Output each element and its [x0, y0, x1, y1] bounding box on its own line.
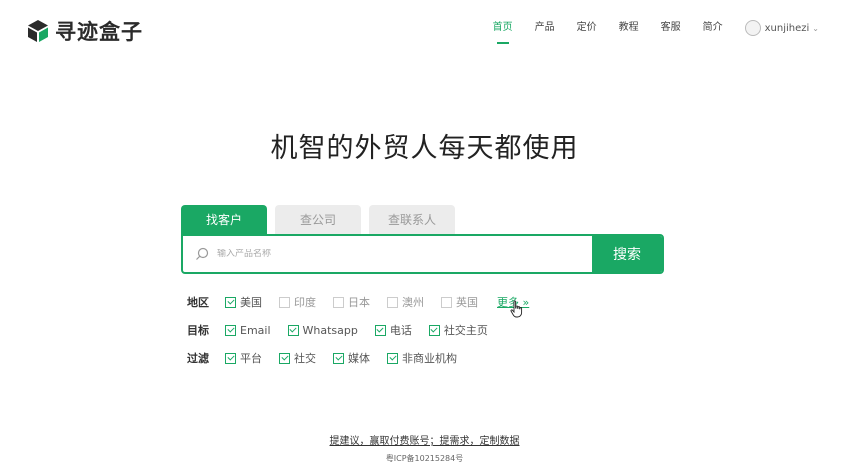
checkbox-checked[interactable]	[287, 324, 299, 336]
search-box: 搜索	[181, 234, 664, 274]
target-option-phone[interactable]: 电话	[374, 322, 412, 338]
search-input[interactable]	[217, 249, 557, 259]
nav-item-about[interactable]: 简介	[703, 20, 723, 36]
search-tabs: 找客户 查公司 查联系人	[181, 205, 463, 235]
checkbox-checked[interactable]	[387, 352, 398, 364]
option-label: Whatsapp	[302, 323, 358, 337]
feedback-link-text: 提建议，赢取付费账号；提需求，定制数据	[329, 436, 520, 447]
page-title: 机智的外贸人每天都使用	[270, 133, 579, 164]
region-option-india[interactable]: 印度	[279, 294, 316, 310]
target-option-whatsapp[interactable]: Whatsapp	[287, 323, 358, 337]
checkbox-unchecked[interactable]	[441, 296, 452, 308]
avatar	[744, 20, 761, 36]
more-regions-link[interactable]: 更多 »	[497, 294, 529, 318]
option-label: 美国	[240, 296, 262, 309]
target-option-email[interactable]: Email	[225, 324, 271, 337]
filter-option-platform[interactable]: 平台	[225, 350, 262, 366]
checkbox-checked[interactable]	[225, 352, 236, 364]
icp-license: 粤ICP备10215284号	[385, 454, 464, 463]
option-label: 非商业机构	[402, 352, 457, 365]
logo-cube-icon	[28, 20, 48, 42]
option-label: 澳州	[402, 296, 424, 309]
user-menu[interactable]: xunjihezi ⌄	[744, 20, 819, 36]
region-option-uk[interactable]: 英国	[441, 294, 478, 310]
option-label: 媒体	[348, 352, 370, 365]
chevron-down-icon: ⌄	[812, 23, 819, 33]
checkbox-checked[interactable]	[333, 352, 344, 364]
option-label: 英国	[456, 296, 478, 309]
filter-label-region: 地区	[187, 296, 209, 309]
nav-item-products[interactable]: 产品	[535, 20, 555, 36]
filter-label-filter: 过滤	[187, 352, 209, 365]
username: xunjihezi	[764, 22, 810, 34]
option-label: 社交主页	[443, 324, 488, 337]
checkbox-checked[interactable]	[225, 296, 236, 308]
search-icon	[196, 247, 209, 260]
option-label: 社交	[294, 352, 316, 365]
region-option-japan[interactable]: 日本	[333, 294, 370, 310]
option-label: Email	[240, 323, 271, 337]
checkbox-unchecked[interactable]	[333, 296, 344, 308]
search-button[interactable]: 搜索	[592, 236, 662, 272]
option-label: 日本	[348, 296, 370, 309]
region-option-usa[interactable]: 美国	[225, 294, 262, 310]
nav-item-pricing[interactable]: 定价	[577, 20, 597, 36]
target-option-social-profile[interactable]: 社交主页	[428, 322, 488, 338]
brand-name: 寻迹盒子	[55, 20, 143, 44]
checkbox-unchecked[interactable]	[279, 296, 290, 308]
option-label: 印度	[294, 296, 316, 309]
checkbox-unchecked[interactable]	[387, 296, 398, 308]
hand-cursor-icon	[510, 300, 523, 318]
brand-logo[interactable]: 寻迹盒子	[26, 16, 143, 46]
tab-find-customers[interactable]: 找客户	[181, 205, 267, 235]
region-option-australia[interactable]: 澳州	[387, 294, 424, 310]
tab-find-company[interactable]: 查公司	[275, 205, 361, 235]
checkbox-checked[interactable]	[279, 352, 290, 364]
search-field	[183, 236, 592, 272]
feedback-link[interactable]: 提建议，赢取付费账号；提需求，定制数据	[0, 432, 849, 447]
nav-item-support[interactable]: 客服	[661, 20, 681, 36]
option-label: 平台	[240, 352, 262, 365]
filter-row-target: 目标 Email Whatsapp 电话 社交主页	[187, 322, 505, 338]
checkbox-checked[interactable]	[374, 324, 386, 336]
filter-option-social[interactable]: 社交	[279, 350, 316, 366]
checkbox-checked[interactable]	[428, 324, 440, 336]
filter-option-media[interactable]: 媒体	[333, 350, 370, 366]
option-label: 电话	[389, 324, 412, 337]
filter-row-region: 地区 美国 印度 日本 澳州 英国 更多 »	[187, 294, 529, 318]
tab-find-contacts[interactable]: 查联系人	[369, 205, 455, 235]
filter-label-target: 目标	[187, 324, 209, 337]
filter-row-filter: 过滤 平台 社交 媒体 非商业机构	[187, 350, 474, 366]
nav-item-tutorial[interactable]: 教程	[619, 20, 639, 36]
top-nav: 首页 产品 定价 教程 客服 简介 xunjihezi ⌄	[471, 20, 819, 44]
checkbox-checked[interactable]	[225, 324, 236, 336]
nav-item-home[interactable]: 首页	[493, 20, 513, 44]
filter-option-non-commercial[interactable]: 非商业机构	[387, 350, 457, 366]
